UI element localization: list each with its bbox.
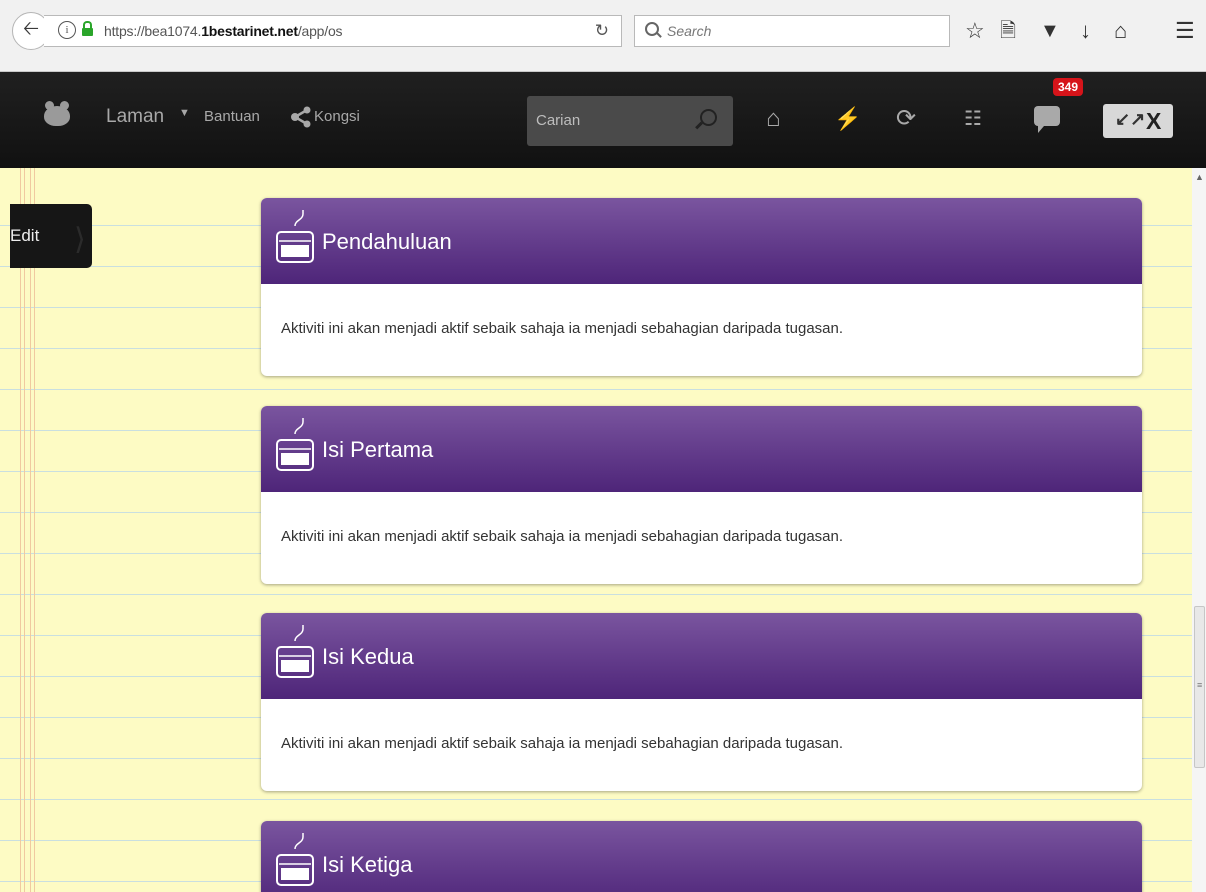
app-navbar: Laman ▼ Bantuan Kongsi Carian ⌂ ⚡ ⟳ ☷ 34… (0, 72, 1206, 168)
activity-card[interactable]: Pendahuluan Aktiviti ini akan menjadi ak… (261, 198, 1142, 376)
activity-card[interactable]: Isi Pertama Aktiviti ini akan menjadi ak… (261, 406, 1142, 584)
download-icon[interactable]: ↓ (1080, 17, 1091, 45)
keyboard-icon (276, 833, 314, 886)
activity-card[interactable]: Isi Ketiga (261, 821, 1142, 892)
home-icon[interactable]: ⌂ (766, 104, 781, 134)
keyboard-icon (276, 625, 314, 678)
page-content: Edit ⟩ Pendahuluan Aktiviti ini akan men… (0, 168, 1206, 892)
card-title[interactable]: Isi Kedua (322, 644, 414, 670)
search-icon (645, 22, 659, 36)
nav-bantuan[interactable]: Bantuan (204, 108, 260, 125)
scroll-up-icon[interactable]: ▲ (1195, 172, 1204, 182)
keyboard-icon (276, 210, 314, 263)
edit-label: Edit (10, 226, 40, 245)
home-icon[interactable]: ⌂ (1114, 17, 1127, 45)
pocket-icon[interactable]: ▼ (1040, 17, 1060, 45)
card-header[interactable]: Pendahuluan (261, 198, 1142, 284)
browser-toolbar: 🡠 i https://bea1074.1bestarinet.net/app/… (0, 0, 1206, 72)
scrollbar-track[interactable] (1192, 168, 1206, 892)
card-header[interactable]: Isi Kedua (261, 613, 1142, 699)
keyboard-icon (276, 418, 314, 471)
grip-icon: ≡ (1197, 680, 1203, 690)
card-title[interactable]: Isi Pertama (322, 437, 433, 463)
card-body: Aktiviti ini akan menjadi aktif sebaik s… (261, 492, 1142, 584)
card-header[interactable]: Isi Ketiga (261, 821, 1142, 892)
share-icon[interactable] (290, 106, 312, 128)
app-search-input[interactable]: Carian (527, 96, 733, 146)
close-icon[interactable]: X (1146, 108, 1161, 135)
reload-icon[interactable]: ↻ (595, 21, 609, 41)
card-title[interactable]: Isi Ketiga (322, 852, 413, 878)
frog-logo-icon[interactable] (44, 101, 70, 126)
app-search-placeholder: Carian (536, 112, 581, 129)
chevron-right-icon: ⟩ (74, 223, 86, 256)
margin-line (20, 168, 21, 892)
notifications-icon[interactable] (1034, 106, 1060, 133)
margin-line (24, 168, 25, 892)
search-icon[interactable] (700, 109, 717, 126)
card-text: Aktiviti ini akan menjadi aktif sebaik s… (281, 528, 844, 545)
exit-fullscreen-button[interactable]: ↙↗ X (1103, 104, 1173, 138)
margin-line (34, 168, 35, 892)
chevron-down-icon[interactable]: ▼ (179, 107, 190, 119)
address-bar[interactable]: i https://bea1074.1bestarinet.net/app/os… (44, 15, 622, 47)
notification-badge[interactable]: 349 (1053, 78, 1084, 96)
card-title[interactable]: Pendahuluan (322, 229, 452, 255)
browser-search-input[interactable]: Search (634, 15, 950, 47)
info-icon[interactable]: i (58, 21, 76, 39)
collapse-icon: ↙↗ (1115, 109, 1146, 129)
scrollbar-thumb[interactable]: ≡ (1194, 606, 1205, 768)
sync-icon[interactable]: ⟳ (896, 104, 916, 134)
edit-button[interactable]: Edit ⟩ (10, 204, 92, 268)
nav-laman[interactable]: Laman (106, 106, 164, 128)
lock-icon[interactable] (82, 21, 93, 36)
nav-kongsi[interactable]: Kongsi (314, 108, 360, 125)
card-body: Aktiviti ini akan menjadi aktif sebaik s… (261, 284, 1142, 376)
margin-line (30, 168, 31, 892)
card-text: Aktiviti ini akan menjadi aktif sebaik s… (281, 735, 844, 752)
lightning-icon[interactable]: ⚡ (834, 104, 861, 134)
card-body: Aktiviti ini akan menjadi aktif sebaik s… (261, 699, 1142, 791)
bookmarks-library-icon[interactable]: 🗎 (1000, 17, 1016, 45)
search-placeholder: Search (667, 23, 712, 39)
card-text: Aktiviti ini akan menjadi aktif sebaik s… (281, 320, 844, 337)
activity-card[interactable]: Isi Kedua Aktiviti ini akan menjadi akti… (261, 613, 1142, 791)
bookmark-star-icon[interactable]: ☆ (965, 17, 985, 45)
url-text[interactable]: https://bea1074.1bestarinet.net/app/os (104, 23, 343, 39)
sitemap-icon[interactable]: ☷ (964, 104, 982, 134)
menu-icon[interactable]: ☰ (1175, 17, 1195, 45)
card-header[interactable]: Isi Pertama (261, 406, 1142, 492)
